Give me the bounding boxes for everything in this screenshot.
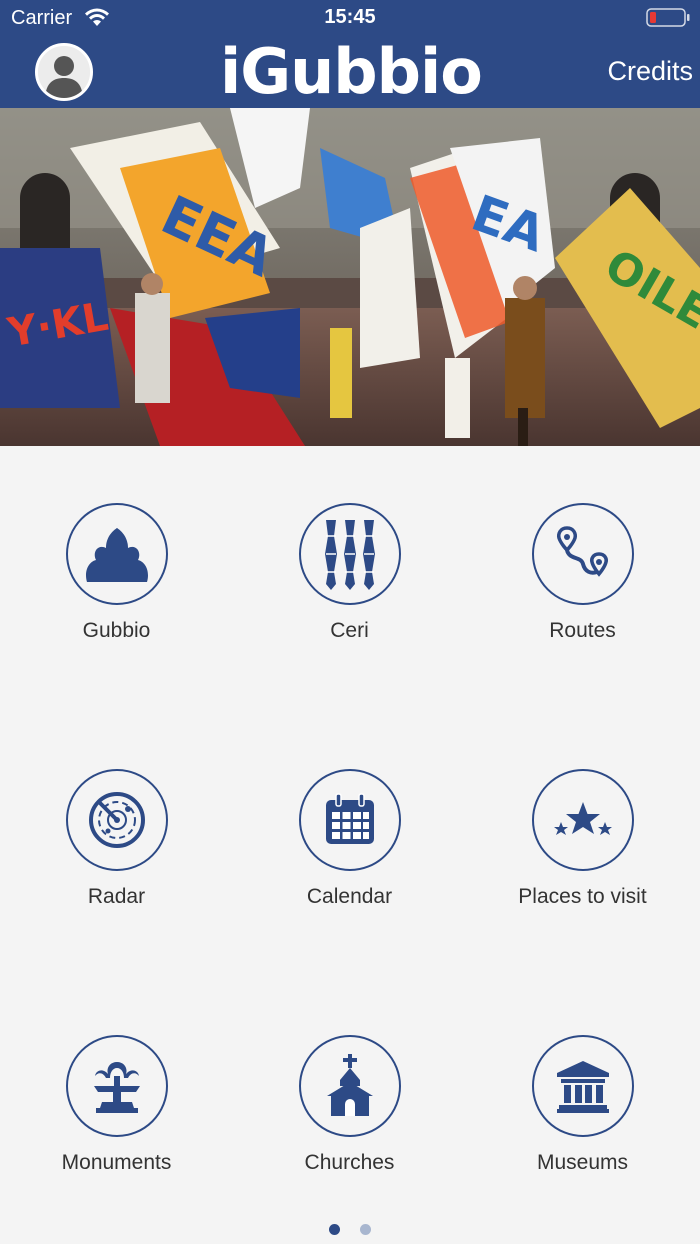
menu-item-radar[interactable]: Radar	[0, 769, 233, 909]
menu-item-places-to-visit[interactable]: Places to visit	[466, 769, 699, 909]
clock: 15:45	[324, 6, 376, 28]
church-icon	[326, 1054, 373, 1116]
page-dot[interactable]	[360, 1224, 372, 1235]
menu-item-ceri[interactable]: Ceri	[233, 503, 466, 643]
radar-icon	[88, 792, 145, 848]
menu-grid: Gubbio Ceri Routes Radar Calendar Places…	[0, 446, 700, 1206]
menu-label: Places to visit	[518, 885, 647, 908]
menu-icon-circle	[298, 503, 401, 605]
menu-icon-circle	[65, 769, 168, 871]
menu-label: Monuments	[61, 1151, 172, 1174]
menu-item-museums[interactable]: Museums	[466, 1035, 699, 1175]
page-dot-active[interactable]	[328, 1224, 340, 1235]
menu-icon-circle	[65, 1035, 168, 1137]
credits-button[interactable]: Credits	[607, 56, 693, 87]
menu-icon-circle	[531, 769, 634, 871]
profile-avatar-button[interactable]	[35, 43, 93, 101]
menu-label: Churches	[304, 1151, 395, 1174]
menu-label: Ceri	[330, 619, 369, 642]
ceri-icon	[324, 520, 375, 590]
menu-icon-circle	[298, 1035, 401, 1137]
flag-throwers-image: EEA Y·KL EA OILE	[0, 108, 700, 446]
menu-icon-circle	[531, 1035, 634, 1137]
page-indicator[interactable]	[0, 1222, 700, 1240]
menu-item-routes[interactable]: Routes	[466, 503, 699, 643]
menu-item-monuments[interactable]: Monuments	[0, 1035, 233, 1175]
battery-icon	[646, 8, 690, 27]
user-icon	[38, 46, 90, 98]
menu-label: Gubbio	[82, 619, 151, 642]
menu-label: Routes	[549, 619, 616, 642]
app-logo: iGubbio	[220, 35, 483, 108]
top-bar: Carrier 15:45 iGubbio Credits	[0, 0, 700, 108]
menu-item-calendar[interactable]: Calendar	[233, 769, 466, 909]
gubbio-crest-icon	[85, 528, 148, 582]
menu-icon-circle	[65, 503, 168, 605]
menu-icon-circle	[531, 503, 634, 605]
menu-label: Calendar	[306, 885, 393, 908]
menu-label: Radar	[87, 885, 146, 908]
menu-item-gubbio[interactable]: Gubbio	[0, 503, 233, 643]
menu-icon-circle	[298, 769, 401, 871]
menu-label: Museums	[536, 1151, 629, 1174]
museum-icon	[556, 1061, 609, 1113]
hero-image: EEA Y·KL EA OILE	[0, 108, 700, 446]
stars-icon	[553, 802, 612, 835]
calendar-icon	[325, 793, 374, 844]
status-bar: Carrier 15:45	[0, 0, 700, 36]
menu-item-churches[interactable]: Churches	[233, 1035, 466, 1175]
fountain-icon	[93, 1062, 140, 1113]
route-icon	[556, 526, 608, 577]
